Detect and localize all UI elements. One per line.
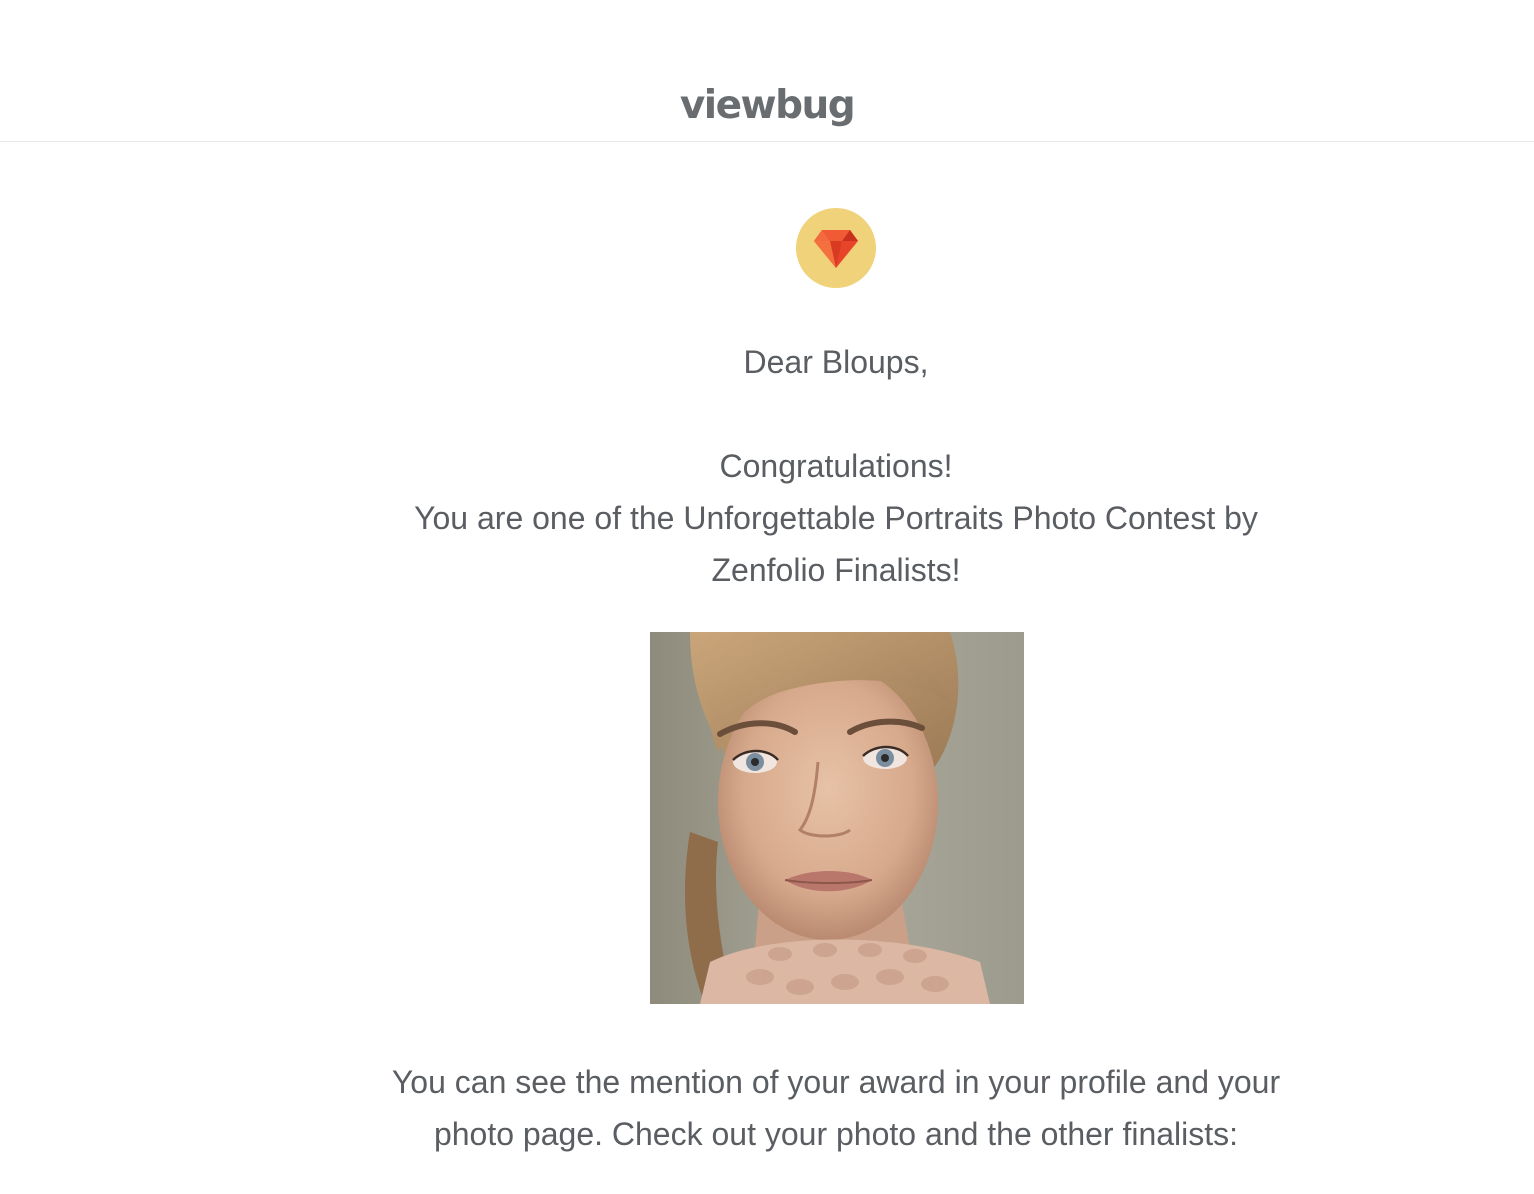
- viewbug-logo[interactable]: viewbug: [0, 78, 1534, 134]
- email-header: viewbug: [0, 0, 1534, 142]
- award-badge: [796, 208, 876, 288]
- award-info-line1: You can see the mention of your award in…: [391, 1064, 1281, 1100]
- finalist-message-line2: Zenfolio Finalists!: [711, 552, 961, 588]
- congratulations-text: Congratulations!: [719, 448, 953, 484]
- award-info-line2: photo page. Check out your photo and the…: [433, 1116, 1239, 1152]
- diamond-icon: [814, 230, 858, 268]
- greeting-text: Dear Bloups,: [743, 344, 929, 380]
- finalist-message-line1: You are one of the Unforgettable Portrai…: [414, 500, 1258, 536]
- portrait-illustration: [650, 632, 1024, 1004]
- portrait-photo[interactable]: [650, 632, 1024, 1004]
